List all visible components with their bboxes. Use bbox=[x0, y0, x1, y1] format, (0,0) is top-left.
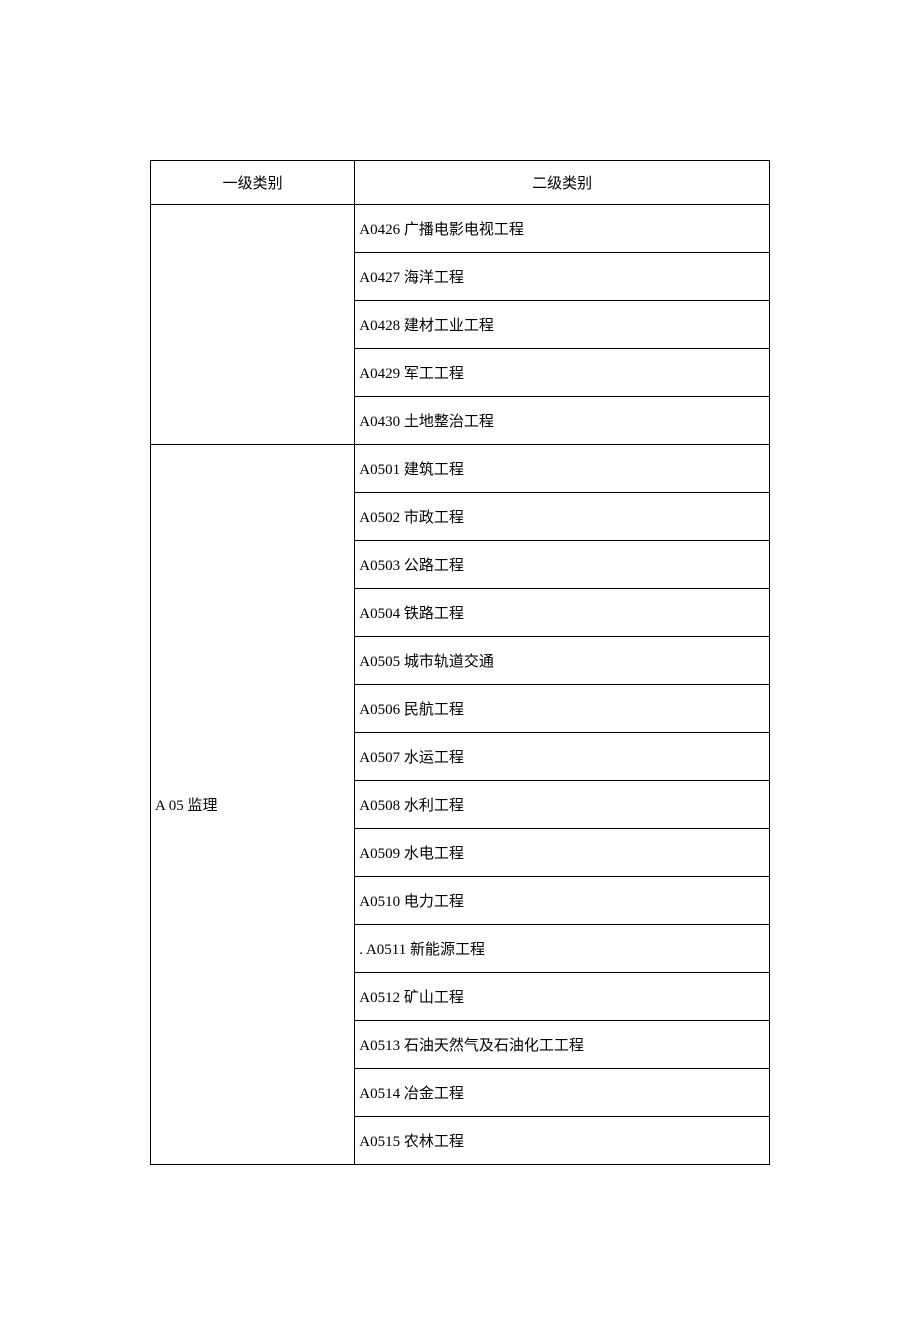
level2-cell: A0505 城市轨道交通 bbox=[355, 637, 770, 685]
level2-cell: A0506 民航工程 bbox=[355, 685, 770, 733]
level2-cell: A0426 广播电影电视工程 bbox=[355, 205, 770, 253]
level2-cell: A0502 市政工程 bbox=[355, 493, 770, 541]
table-row: A 05 监理 A0501 建筑工程 bbox=[151, 445, 770, 493]
level2-cell: A0428 建材工业工程 bbox=[355, 301, 770, 349]
level2-cell: A0512 矿山工程 bbox=[355, 973, 770, 1021]
category-table: 一级类别 二级类别 A0426 广播电影电视工程 A0427 海洋工程 A042… bbox=[150, 160, 770, 1165]
level2-cell: A0513 石油天然气及石油化工工程 bbox=[355, 1021, 770, 1069]
level2-cell: A0507 水运工程 bbox=[355, 733, 770, 781]
table-header-row: 一级类别 二级类别 bbox=[151, 161, 770, 205]
level2-cell: A0429 军工工程 bbox=[355, 349, 770, 397]
level2-cell: A0427 海洋工程 bbox=[355, 253, 770, 301]
level2-cell: A0430 土地整治工程 bbox=[355, 397, 770, 445]
level2-cell: A0503 公路工程 bbox=[355, 541, 770, 589]
level2-cell: A0501 建筑工程 bbox=[355, 445, 770, 493]
level1-cell bbox=[151, 205, 355, 445]
header-level2: 二级类别 bbox=[355, 161, 770, 205]
level2-cell: A0504 铁路工程 bbox=[355, 589, 770, 637]
level2-cell: . A0511 新能源工程 bbox=[355, 925, 770, 973]
level2-cell: A0509 水电工程 bbox=[355, 829, 770, 877]
level2-cell: A0510 电力工程 bbox=[355, 877, 770, 925]
level2-cell: A0514 冶金工程 bbox=[355, 1069, 770, 1117]
table-row: A0426 广播电影电视工程 bbox=[151, 205, 770, 253]
level1-cell: A 05 监理 bbox=[151, 445, 355, 1165]
level2-cell: A0515 农林工程 bbox=[355, 1117, 770, 1165]
header-level1: 一级类别 bbox=[151, 161, 355, 205]
level2-cell: A0508 水利工程 bbox=[355, 781, 770, 829]
